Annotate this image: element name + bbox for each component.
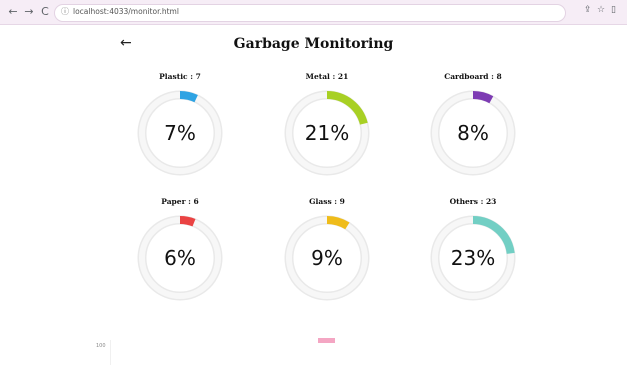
category-gauge: Plastic : 7 7% [130,72,230,197]
url-text: localhost:4033/monitor.html [73,7,179,16]
category-label: Cardboard : 8 [444,72,502,81]
page-title: Garbage Monitoring [233,36,394,52]
percent-value: 7% [164,121,196,145]
share-icon[interactable]: ⇪ [584,5,592,15]
percent-value: 23% [450,246,496,270]
percent-value: 8% [457,121,489,145]
bookmark-star-icon[interactable]: ☆ [597,5,605,15]
category-gauge: Paper : 6 6% [130,197,230,322]
info-icon[interactable]: ⓘ [61,6,69,17]
category-gauge: Others : 23 23% [423,197,523,322]
percent-value: 21% [304,121,350,145]
extension-icon[interactable]: ▯ [611,5,616,15]
address-bar[interactable]: ⓘ localhost:4033/monitor.html [54,4,566,22]
category-label: Others : 23 [449,197,497,206]
category-label: Metal : 21 [305,72,349,81]
legend-swatch [318,338,335,343]
browser-back-icon[interactable]: ← [6,5,20,19]
category-gauge: Cardboard : 8 8% [423,72,523,197]
category-gauge: Glass : 9 9% [277,197,377,322]
category-gauge: Metal : 21 21% [277,72,377,197]
category-label: Glass : 9 [309,197,345,206]
reload-icon[interactable]: C [38,5,52,19]
category-label: Paper : 6 [161,197,199,206]
browser-forward-icon[interactable]: → [22,5,36,19]
percent-value: 6% [164,246,196,270]
category-label: Plastic : 7 [159,72,201,81]
browser-toolbar: ← → C ⓘ localhost:4033/monitor.html ⇪ ☆ … [0,0,627,25]
percent-value: 9% [311,246,343,270]
chart-gridline [110,340,111,365]
axis-tick-label: 100 [96,343,106,349]
